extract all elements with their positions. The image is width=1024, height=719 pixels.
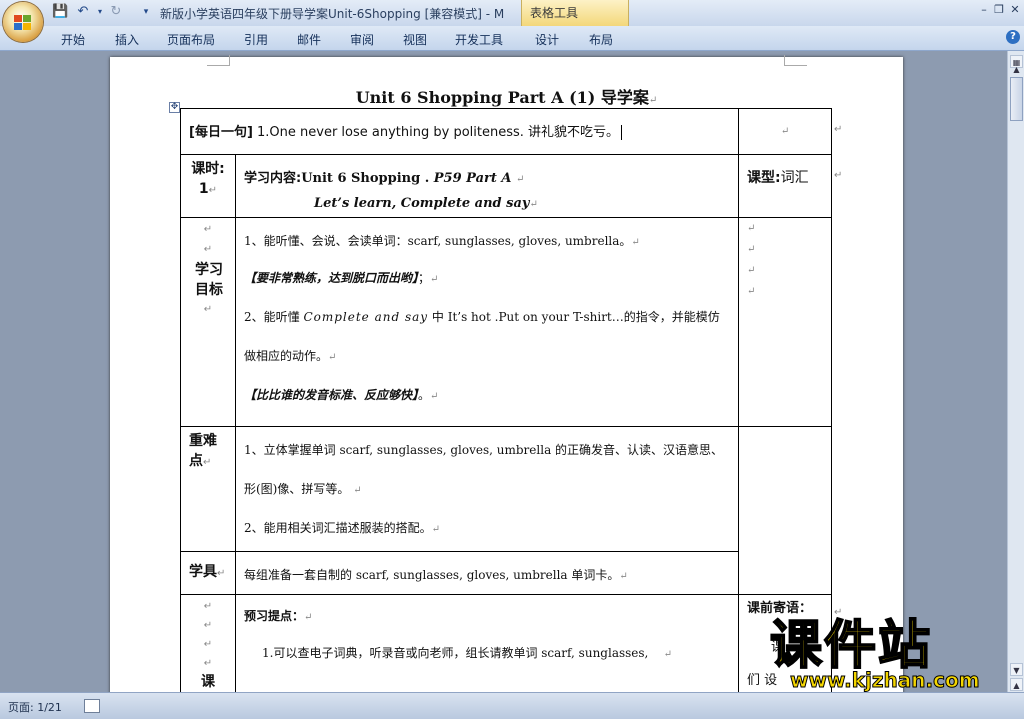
tab-view[interactable]: 视图 — [403, 31, 427, 48]
table-tools-contextual-tab: 表格工具 — [521, 0, 629, 26]
table-row: 课时: 1↵ 学习内容:Unit 6 Shopping . P59 Part A… — [180, 154, 833, 218]
tab-mailings[interactable]: 邮件 — [297, 31, 321, 48]
prev-page-icon[interactable]: ▲ — [1010, 678, 1023, 691]
document-workspace: Unit 6 Shopping Part A (1) 导学案↵ ✥ [每日一句]… — [0, 51, 1007, 692]
key-points-label-cell[interactable]: 重难 点↵ — [180, 426, 236, 552]
daily-sentence-label: [每日一句] — [189, 125, 253, 140]
scroll-down-icon[interactable]: ▼ — [1010, 663, 1023, 676]
preview-label-cell[interactable]: ↵ ↵ ↵ ↵ 课 — [180, 594, 236, 692]
office-button[interactable] — [3, 2, 43, 42]
table-row: 重难 点↵ 1、立体掌握单词 scarf, sunglasses, gloves… — [180, 426, 833, 595]
status-bar: 页面: 1/21 — [0, 692, 1024, 719]
window-title: 新版小学英语四年级下册导学案Unit-6Shopping [兼容模式] - M — [160, 7, 505, 21]
table-row: ↵ ↵ ↵ ↵ 课 预习提点：↵ 1.可以查电子词典，听录音或向老师，组长请教单… — [180, 594, 833, 692]
tools-content-cell[interactable]: 每组准备一套自制的 scarf, sunglasses, gloves, umb… — [234, 551, 740, 595]
page-indicator[interactable]: 页面: 1/21 — [8, 699, 62, 715]
lesson-number-cell[interactable]: 课时: 1↵ — [180, 154, 236, 218]
tab-references[interactable]: 引用 — [244, 31, 268, 48]
table-row: 学具↵ 每组准备一套自制的 scarf, sunglasses, gloves,… — [180, 551, 832, 595]
goals-side-cell[interactable]: ↵ ↵ ↵ ↵ — [738, 217, 833, 427]
tab-insert[interactable]: 插入 — [115, 31, 139, 48]
daily-side-cell[interactable]: ↵ — [738, 108, 833, 155]
tab-review[interactable]: 审阅 — [350, 31, 374, 48]
ribbon-tab-row: 开始 插入 页面布局 引用 邮件 审阅 视图 开发工具 设计 布局 ? — [0, 26, 1024, 51]
customize-qat-icon[interactable]: ▾ — [138, 4, 154, 20]
watermark-text: 课件站 — [769, 616, 933, 676]
end-of-row-mark: ↵ — [834, 124, 843, 135]
table-move-handle-icon[interactable]: ✥ — [169, 102, 180, 113]
close-icon[interactable]: ✕ — [1006, 2, 1024, 18]
tab-developer[interactable]: 开发工具 — [455, 31, 503, 48]
document-page[interactable]: Unit 6 Shopping Part A (1) 导学案↵ ✥ [每日一句]… — [110, 55, 903, 692]
help-icon[interactable]: ? — [1006, 30, 1020, 44]
end-of-row-mark: ↵ — [834, 170, 843, 181]
table-row: ↵ ↵ 学习目标 ↵ 1、能听懂、会说、会读单词：scarf, sunglass… — [180, 217, 833, 427]
undo-dropdown-icon[interactable]: ▾ — [92, 4, 108, 20]
table-row: [每日一句] 1.One never lose anything by poli… — [179, 108, 833, 155]
tools-label-cell[interactable]: 学具↵ — [180, 551, 236, 595]
key-points-content-cell[interactable]: 1、立体掌握单词 scarf, sunglasses, gloves, umbr… — [234, 426, 740, 552]
scroll-up-icon[interactable]: ▲ — [1010, 63, 1023, 76]
scrollbar-thumb[interactable] — [1010, 77, 1023, 121]
title-bar: 💾 ↶ ▾ ↻ ▾ 新版小学英语四年级下册导学案Unit-6Shopping [… — [0, 0, 1024, 27]
redo-icon[interactable]: ↻ — [108, 4, 124, 20]
save-icon[interactable]: 💾 — [52, 4, 68, 20]
watermark-logo: 课件站 www.kjzhan.com — [769, 616, 1010, 693]
preview-content-cell[interactable]: 预习提点：↵ 1.可以查电子词典，听录音或向老师，组长请教单词 scarf, s… — [234, 594, 740, 692]
undo-icon[interactable]: ↶ — [75, 4, 91, 20]
office-logo-icon — [14, 15, 31, 30]
tab-home[interactable]: 开始 — [61, 31, 85, 48]
goals-label-cell[interactable]: ↵ ↵ 学习目标 ↵ — [180, 217, 236, 427]
table-tools-label: 表格工具 — [530, 6, 579, 20]
lesson-type-cell[interactable]: 课型:词汇 — [738, 154, 833, 218]
lesson-plan-table: [每日一句] 1.One never lose anything by poli… — [179, 108, 833, 692]
margin-corner-mark — [784, 55, 807, 66]
vertical-scrollbar[interactable]: ▦ ▲ ▼ ▲ — [1007, 51, 1024, 692]
key-side-cell[interactable] — [738, 426, 833, 595]
daily-sentence-text: 1.One never lose anything by politeness.… — [252, 125, 620, 140]
document-title: Unit 6 Shopping Part A (1) 导学案↵ — [355, 88, 658, 107]
tab-design[interactable]: 设计 — [535, 31, 559, 48]
watermark-url: www.kjzhan.com — [790, 668, 981, 693]
lesson-content-cell[interactable]: 学习内容:Unit 6 Shopping . P59 Part A ↵ Let’… — [234, 154, 740, 218]
macro-recording-icon[interactable] — [84, 699, 100, 713]
tab-page-layout[interactable]: 页面布局 — [167, 31, 215, 48]
margin-corner-mark — [207, 55, 230, 66]
goals-content-cell[interactable]: 1、能听懂、会说、会读单词：scarf, sunglasses, gloves,… — [234, 217, 740, 427]
daily-sentence-cell[interactable]: [每日一句] 1.One never lose anything by poli… — [179, 108, 740, 155]
tab-layout[interactable]: 布局 — [589, 31, 613, 48]
